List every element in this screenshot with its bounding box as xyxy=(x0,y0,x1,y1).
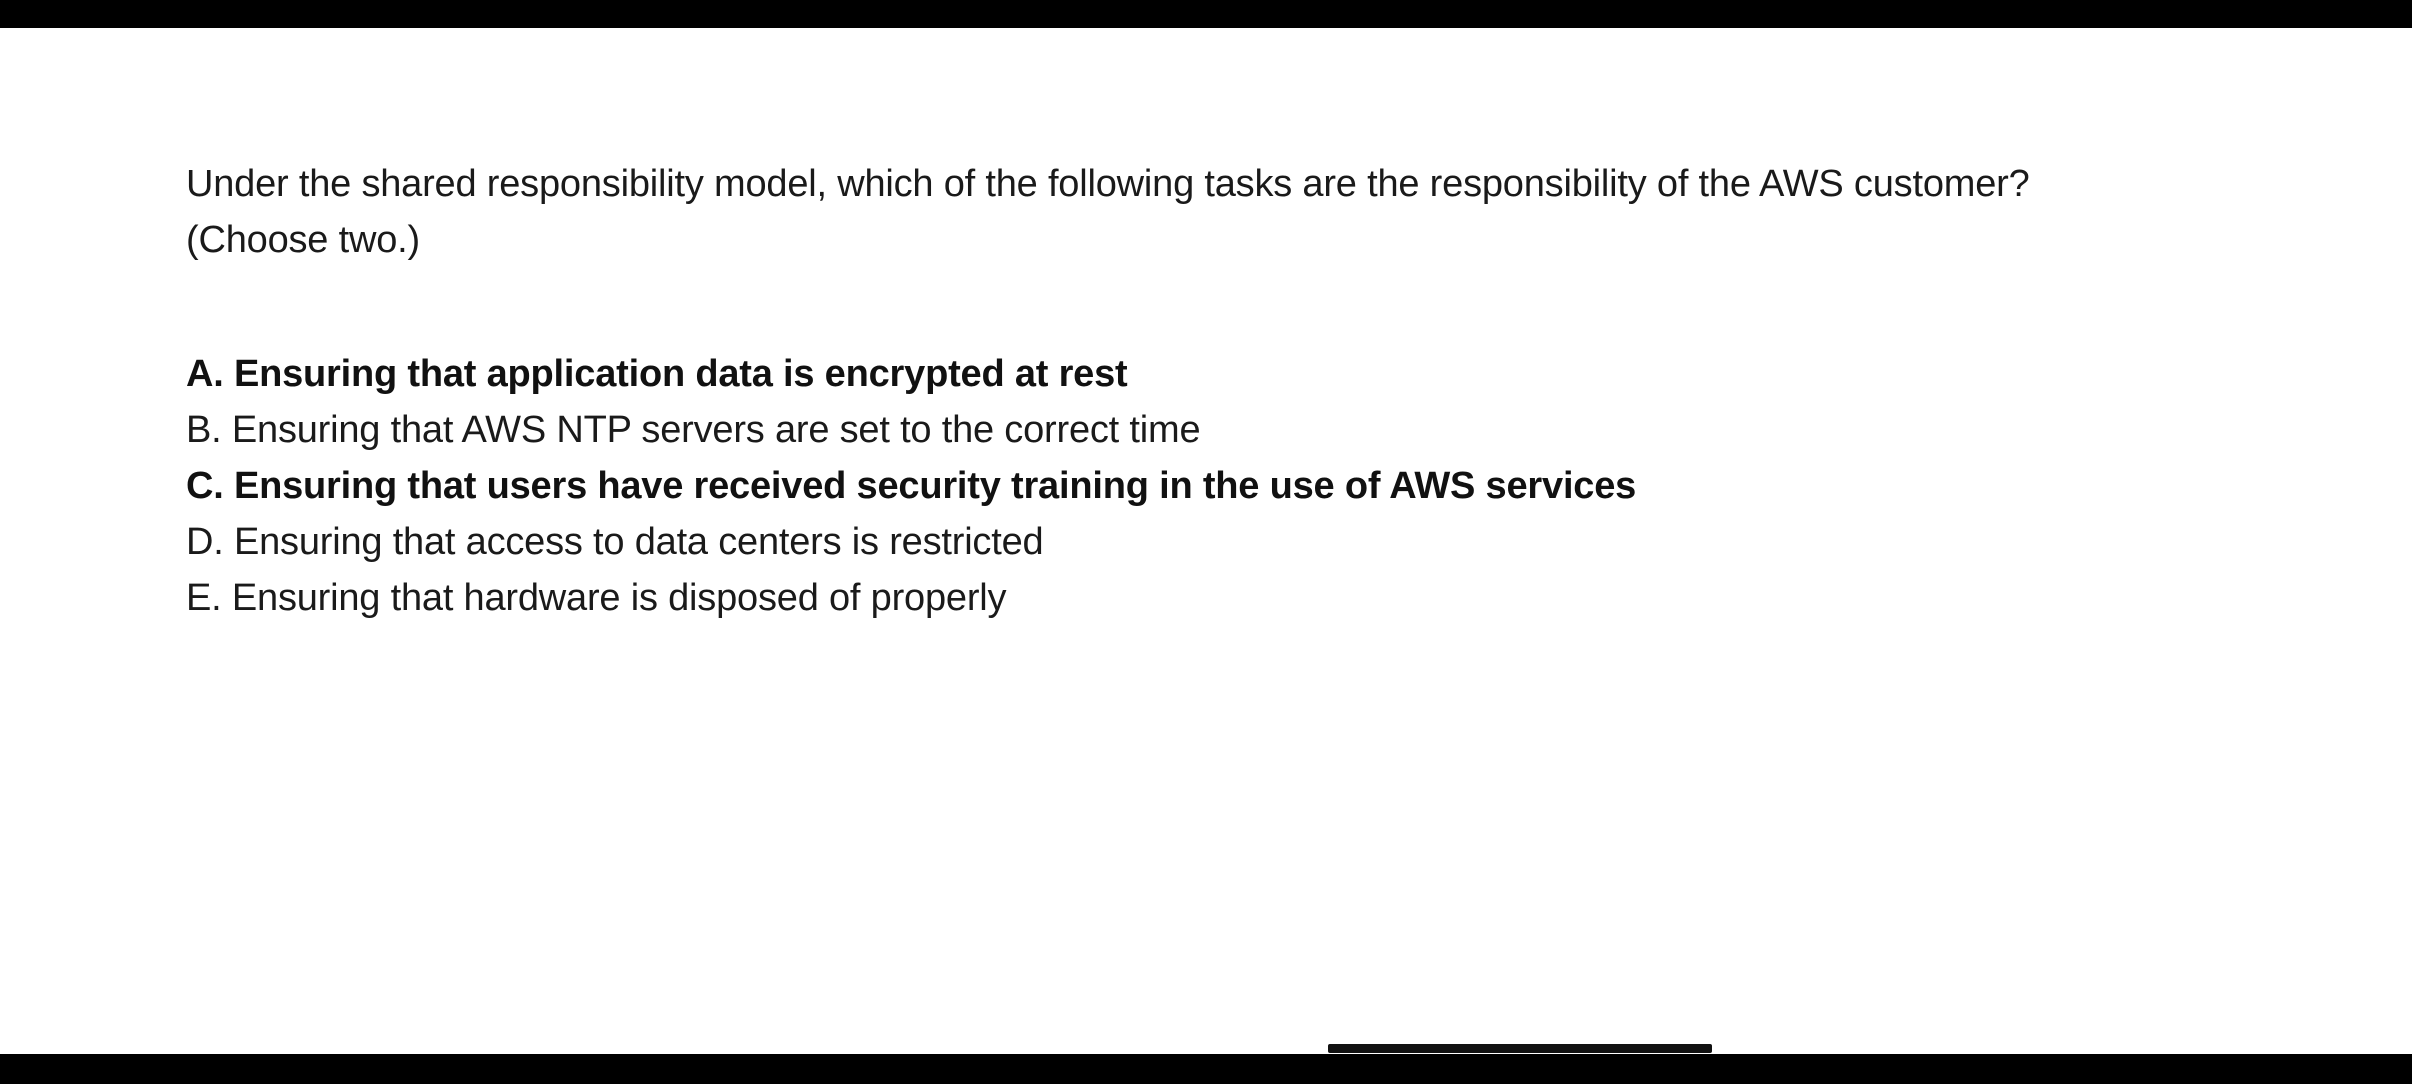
video-screen: Under the shared responsibility model, w… xyxy=(0,0,2412,1084)
option-e: E. Ensuring that hardware is disposed of… xyxy=(186,577,1007,619)
option-d: D. Ensuring that access to data centers … xyxy=(186,521,1044,563)
option-c: C. Ensuring that users have received sec… xyxy=(186,465,1637,507)
question-text: Under the shared responsibility model, w… xyxy=(186,163,2030,261)
answer-options-list: A. Ensuring that application data is enc… xyxy=(186,346,2186,626)
option-a: A. Ensuring that application data is enc… xyxy=(186,353,1128,395)
bottom-letterbox-bar xyxy=(0,1054,2412,1084)
top-letterbox-bar xyxy=(0,0,2412,28)
video-progress-indicator[interactable] xyxy=(1328,1044,1712,1053)
option-b: B. Ensuring that AWS NTP servers are set… xyxy=(186,409,1201,451)
